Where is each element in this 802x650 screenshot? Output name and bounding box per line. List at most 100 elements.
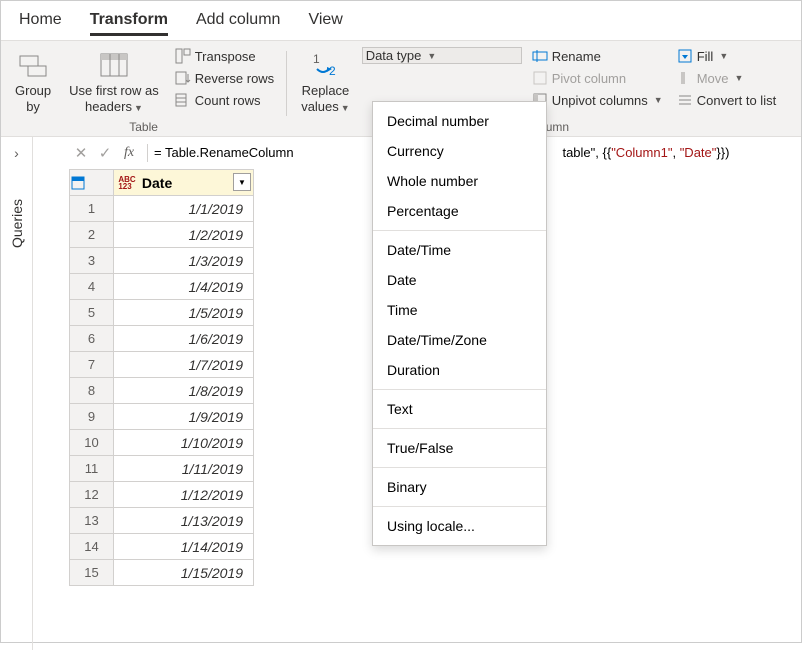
row-header[interactable]: 15 <box>70 560 114 586</box>
svg-text:2: 2 <box>329 64 336 78</box>
table-row[interactable]: 141/14/2019 <box>70 534 254 560</box>
replace-values-label: Replace values▼ <box>301 83 350 114</box>
table-row[interactable]: 151/15/2019 <box>70 560 254 586</box>
tab-view[interactable]: View <box>308 11 342 36</box>
pivot-column-button: Pivot column <box>528 69 667 87</box>
count-rows-label: Count rows <box>195 93 261 108</box>
table-corner[interactable] <box>70 170 114 196</box>
cell-date[interactable]: 1/7/2019 <box>114 352 254 378</box>
use-first-row-label: Use first row as headers▼ <box>69 83 159 114</box>
cell-date[interactable]: 1/9/2019 <box>114 404 254 430</box>
cell-date[interactable]: 1/14/2019 <box>114 534 254 560</box>
menu-datetimezone[interactable]: Date/Time/Zone <box>373 325 546 355</box>
table-row[interactable]: 21/2/2019 <box>70 222 254 248</box>
menu-date[interactable]: Date <box>373 265 546 295</box>
row-header[interactable]: 10 <box>70 430 114 456</box>
table-row[interactable]: 51/5/2019 <box>70 300 254 326</box>
row-header[interactable]: 1 <box>70 196 114 222</box>
menu-binary[interactable]: Binary <box>373 472 546 502</box>
table-row[interactable]: 61/6/2019 <box>70 326 254 352</box>
tab-home[interactable]: Home <box>19 11 62 36</box>
replace-values-button[interactable]: 12 Replace values▼ <box>295 47 356 116</box>
table-row[interactable]: 121/12/2019 <box>70 482 254 508</box>
data-type-label: Data type <box>366 48 422 63</box>
menu-text[interactable]: Text <box>373 394 546 424</box>
cell-date[interactable]: 1/8/2019 <box>114 378 254 404</box>
group-by-icon <box>17 49 49 81</box>
cell-date[interactable]: 1/6/2019 <box>114 326 254 352</box>
menu-datetime[interactable]: Date/Time <box>373 235 546 265</box>
menu-currency[interactable]: Currency <box>373 136 546 166</box>
row-header[interactable]: 9 <box>70 404 114 430</box>
table-row[interactable]: 101/10/2019 <box>70 430 254 456</box>
data-type-button[interactable]: Data type ▼ <box>362 47 522 64</box>
move-button: Move ▼ <box>673 69 780 87</box>
move-label: Move <box>697 71 729 86</box>
menu-duration[interactable]: Duration <box>373 355 546 385</box>
table-header-icon <box>98 49 130 81</box>
cancel-formula-button[interactable]: ✕ <box>69 144 93 162</box>
row-header[interactable]: 11 <box>70 456 114 482</box>
column-filter-button[interactable]: ▼ <box>233 173 251 191</box>
column-header-date[interactable]: ABC123 Date ▼ <box>114 170 254 196</box>
abc123-icon: ABC123 <box>118 174 136 192</box>
rename-button[interactable]: Rename <box>528 47 667 65</box>
row-header[interactable]: 6 <box>70 326 114 352</box>
group-by-button[interactable]: Group by <box>9 47 57 116</box>
menu-percentage[interactable]: Percentage <box>373 196 546 226</box>
cell-date[interactable]: 1/4/2019 <box>114 274 254 300</box>
cell-date[interactable]: 1/15/2019 <box>114 560 254 586</box>
reverse-rows-button[interactable]: Reverse rows <box>171 69 278 87</box>
row-header[interactable]: 7 <box>70 352 114 378</box>
table-row[interactable]: 131/13/2019 <box>70 508 254 534</box>
menu-truefalse[interactable]: True/False <box>373 433 546 463</box>
row-header[interactable]: 2 <box>70 222 114 248</box>
row-header[interactable]: 8 <box>70 378 114 404</box>
tab-add-column[interactable]: Add column <box>196 11 281 36</box>
table-row[interactable]: 91/9/2019 <box>70 404 254 430</box>
tab-transform[interactable]: Transform <box>90 11 168 36</box>
chevron-down-icon: ▼ <box>654 95 663 105</box>
transpose-button[interactable]: Transpose <box>171 47 278 65</box>
table-row[interactable]: 111/11/2019 <box>70 456 254 482</box>
cell-date[interactable]: 1/13/2019 <box>114 508 254 534</box>
cell-date[interactable]: 1/2/2019 <box>114 222 254 248</box>
cell-date[interactable]: 1/3/2019 <box>114 248 254 274</box>
move-icon <box>677 70 693 86</box>
table-row[interactable]: 71/7/2019 <box>70 352 254 378</box>
cell-date[interactable]: 1/11/2019 <box>114 456 254 482</box>
cell-date[interactable]: 1/12/2019 <box>114 482 254 508</box>
tab-bar: Home Transform Add column View <box>1 1 801 40</box>
row-header[interactable]: 12 <box>70 482 114 508</box>
cell-date[interactable]: 1/10/2019 <box>114 430 254 456</box>
use-first-row-button[interactable]: Use first row as headers▼ <box>63 47 165 116</box>
fill-button[interactable]: Fill ▼ <box>673 47 780 65</box>
chevron-down-icon: ▼ <box>719 51 728 61</box>
table-row[interactable]: 31/3/2019 <box>70 248 254 274</box>
row-header[interactable]: 4 <box>70 274 114 300</box>
menu-using-locale[interactable]: Using locale... <box>373 511 546 541</box>
row-header[interactable]: 14 <box>70 534 114 560</box>
commit-formula-button[interactable]: ✓ <box>93 144 117 162</box>
table-row[interactable]: 11/1/2019 <box>70 196 254 222</box>
cell-date[interactable]: 1/1/2019 <box>114 196 254 222</box>
row-header[interactable]: 3 <box>70 248 114 274</box>
table-row[interactable]: 41/4/2019 <box>70 274 254 300</box>
chevron-right-icon: › <box>14 145 19 161</box>
chevron-down-icon: ▼ <box>341 103 350 113</box>
cell-date[interactable]: 1/5/2019 <box>114 300 254 326</box>
count-rows-icon <box>175 92 191 108</box>
row-header[interactable]: 5 <box>70 300 114 326</box>
queries-panel-toggle[interactable]: › <box>1 137 33 169</box>
convert-to-list-button[interactable]: Convert to list <box>673 91 780 109</box>
menu-time[interactable]: Time <box>373 295 546 325</box>
transpose-label: Transpose <box>195 49 256 64</box>
count-rows-button[interactable]: Count rows <box>171 91 278 109</box>
unpivot-columns-button[interactable]: Unpivot columns ▼ <box>528 91 667 109</box>
table-row[interactable]: 81/8/2019 <box>70 378 254 404</box>
menu-decimal-number[interactable]: Decimal number <box>373 106 546 136</box>
menu-whole-number[interactable]: Whole number <box>373 166 546 196</box>
row-header[interactable]: 13 <box>70 508 114 534</box>
reverse-rows-icon <box>175 70 191 86</box>
chevron-down-icon: ▼ <box>427 51 436 61</box>
